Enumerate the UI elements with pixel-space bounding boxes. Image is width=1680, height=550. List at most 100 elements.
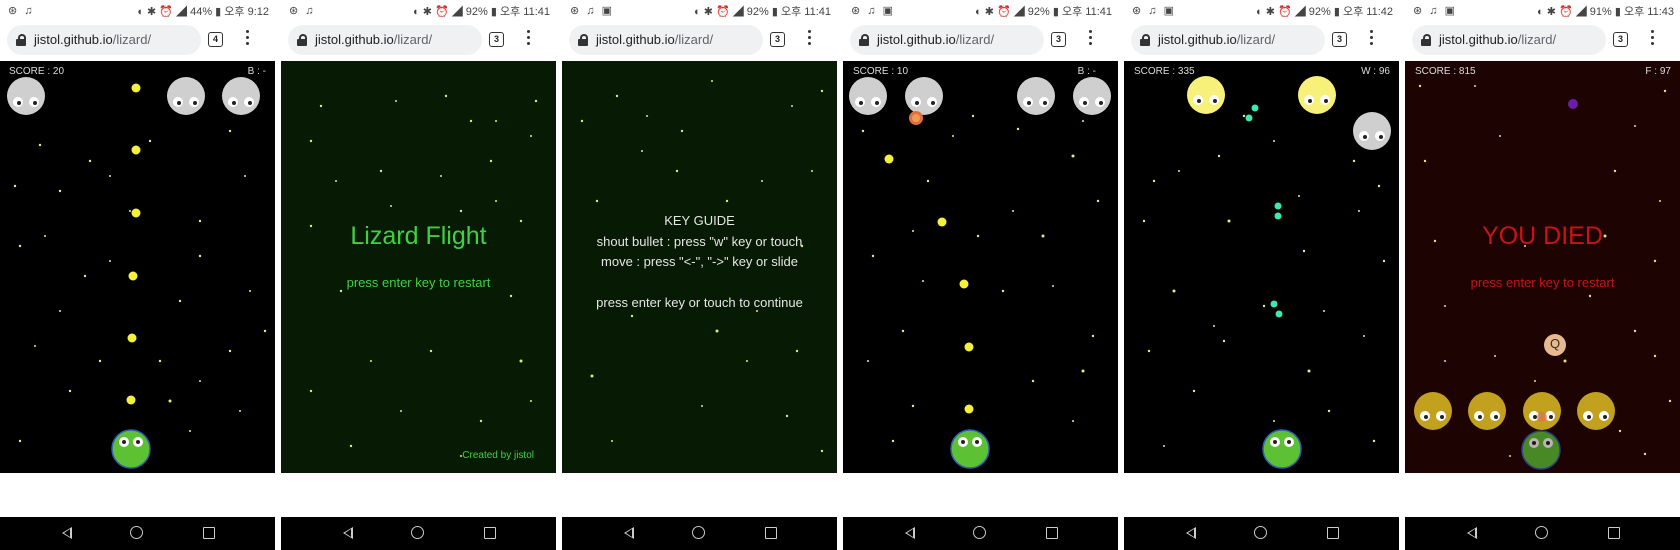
enemy [1523,392,1561,430]
recents-nav-icon[interactable] [1327,527,1339,539]
browser-toolbar: jistol.github.io/lizard/ 4 [0,20,275,60]
starfield [861,114,1100,443]
back-nav-icon[interactable] [1186,527,1196,539]
address-bar[interactable]: jistol.github.io/lizard/ [1412,25,1606,55]
recents-nav-icon[interactable] [484,527,496,539]
recents-nav-icon[interactable] [1608,527,1620,539]
status-bar: ⊛ ♫ ▣ ◐ ✱ ⏰ ◢ 92% ▮ 오후 11:41 [562,0,837,20]
enemy [1017,77,1055,115]
enemy [167,77,205,115]
android-nav-bar [1405,517,1680,550]
status-bar: ⊛ ♫ ▣ ◐ ✱ ⏰ ◢ 92% ▮ 오후 11:41 [843,0,1118,20]
weapon-label: F : 97 [1645,66,1671,77]
screenshot-panel-5: ⊛ ♫ ▣ ◐ ✱ ⏰ ◢ 92% ▮ 오후 11:42 jistol.gith… [1124,0,1399,550]
tab-switcher-icon[interactable]: 3 [1332,32,1347,47]
score-label: SCORE : 10 [853,66,909,77]
game-scene [849,77,1111,469]
status-right: ◐ ✱ ⏰ ◢ 44% ▮ 오후 9:12 [137,6,269,18]
screenshot-panel-6: ⊛ ♫ ▣ ◐ ✱ ⏰ ◢ 91% ▮ 오후 11:43 jistol.gith… [1405,0,1680,550]
enemy [7,77,45,115]
game-canvas[interactable]: SCORE : 335 W : 96 [1124,61,1399,473]
back-nav-icon[interactable] [343,527,353,539]
url-path: /lizard/ [1236,32,1276,47]
status-left: ⊛ ♫ ▣ [570,5,614,17]
status-left: ⊛ ♫ ▣ [1413,5,1457,17]
tab-switcher-icon[interactable]: 3 [489,32,504,47]
url-path: /lizard/ [1517,32,1557,47]
address-bar[interactable]: jistol.github.io/lizard/ [569,25,763,55]
lock-icon [1421,34,1431,46]
tab-switcher-icon[interactable]: 3 [1613,32,1628,47]
android-nav-bar [1124,517,1399,550]
enemy [905,77,943,115]
more-menu-icon[interactable] [808,30,812,50]
home-nav-icon[interactable] [130,526,143,539]
enemy [1353,112,1391,150]
url-path: /lizard/ [112,32,152,47]
address-bar[interactable]: jistol.github.io/lizard/ [850,25,1044,55]
status-bar: ⊛ ♫ ◐ ✱ ⏰ ◢ 92% ▮ 오후 11:41 [281,0,556,20]
home-nav-icon[interactable] [973,526,986,539]
back-nav-icon[interactable] [1467,527,1477,539]
status-bar: ⊛ ♫ ▣ ◐ ✱ ⏰ ◢ 92% ▮ 오후 11:42 [1124,0,1399,20]
key-guide-move: move : press "<-", "->" key or slide [601,254,798,269]
status-bar: ⊛ ♫ ▣ ◐ ✱ ⏰ ◢ 91% ▮ 오후 11:43 [1405,0,1680,20]
address-bar[interactable]: jistol.github.io/lizard/ [1131,25,1325,55]
game-title: Lizard Flight [350,222,487,250]
more-menu-icon[interactable] [1370,30,1374,50]
back-nav-icon[interactable] [62,527,72,539]
recents-nav-icon[interactable] [765,527,777,539]
browser-toolbar: jistol.github.io/lizard/ 3 [1405,20,1680,60]
screenshot-panel-4: ⊛ ♫ ▣ ◐ ✱ ⏰ ◢ 92% ▮ 오후 11:41 jistol.gith… [843,0,1118,550]
url-host: jistol.github.io [596,32,675,47]
game-scene [309,94,538,457]
android-nav-bar [843,517,1118,550]
enemy [222,77,260,115]
browser-toolbar: jistol.github.io/lizard/ 3 [1124,20,1399,60]
home-nav-icon[interactable] [692,526,705,539]
game-scene [1414,84,1672,470]
home-nav-icon[interactable] [411,526,424,539]
url-host: jistol.github.io [877,32,956,47]
status-right: ◐ ✱ ⏰ ◢ 92% ▮ 오후 11:41 [694,6,831,18]
url-path: /lizard/ [955,32,995,47]
game-canvas[interactable]: Lizard Flight press enter key to restart… [281,61,556,473]
tab-switcher-icon[interactable]: 3 [770,32,785,47]
hit-explosion [909,111,923,125]
browser-toolbar: jistol.github.io/lizard/ 3 [281,20,556,60]
game-canvas[interactable]: KEY GUIDE shout bullet : press "w" key o… [562,61,837,473]
address-bar[interactable]: jistol.github.io/lizard/ [7,25,201,55]
url-host: jistol.github.io [315,32,394,47]
game-canvas[interactable]: SCORE : 20 B : - [0,61,275,473]
player-lizard [1521,430,1561,470]
status-bar: ⊛ ♫ ◐ ✱ ⏰ ◢ 44% ▮ 오후 9:12 [0,0,275,20]
url-path: /lizard/ [393,32,433,47]
game-canvas[interactable]: SCORE : 10 B : - [843,61,1118,473]
starfield [13,129,267,443]
lock-icon [16,34,26,46]
status-right: ◐ ✱ ⏰ ◢ 92% ▮ 오후 11:41 [413,6,550,18]
game-canvas[interactable]: Q SCORE : 815 F : 97 YOU DIED press ente… [1405,61,1680,473]
home-nav-icon[interactable] [1535,526,1548,539]
continue-hint: press enter key or touch to continue [596,295,803,310]
back-nav-icon[interactable] [624,527,634,539]
tab-switcher-icon[interactable]: 4 [208,32,223,47]
status-left: ⊛ ♫ [8,5,35,17]
recents-nav-icon[interactable] [1046,527,1058,539]
recents-nav-icon[interactable] [203,527,215,539]
tab-switcher-icon[interactable]: 3 [1051,32,1066,47]
more-menu-icon[interactable] [246,30,250,50]
weapon-label: B : - [247,66,266,77]
browser-toolbar: jistol.github.io/lizard/ 3 [562,20,837,60]
address-bar[interactable]: jistol.github.io/lizard/ [288,25,482,55]
more-menu-icon[interactable] [1089,30,1093,50]
more-menu-icon[interactable] [527,30,531,50]
back-nav-icon[interactable] [905,527,915,539]
score-label: SCORE : 20 [9,66,65,77]
home-nav-icon[interactable] [1254,526,1267,539]
lock-icon [859,34,869,46]
more-menu-icon[interactable] [1651,30,1655,50]
android-nav-bar [0,517,275,550]
key-guide-shoot: shout bullet : press "w" key or touch [596,234,803,249]
screenshot-panel-2: ⊛ ♫ ◐ ✱ ⏰ ◢ 92% ▮ 오후 11:41 jistol.github… [281,0,556,550]
